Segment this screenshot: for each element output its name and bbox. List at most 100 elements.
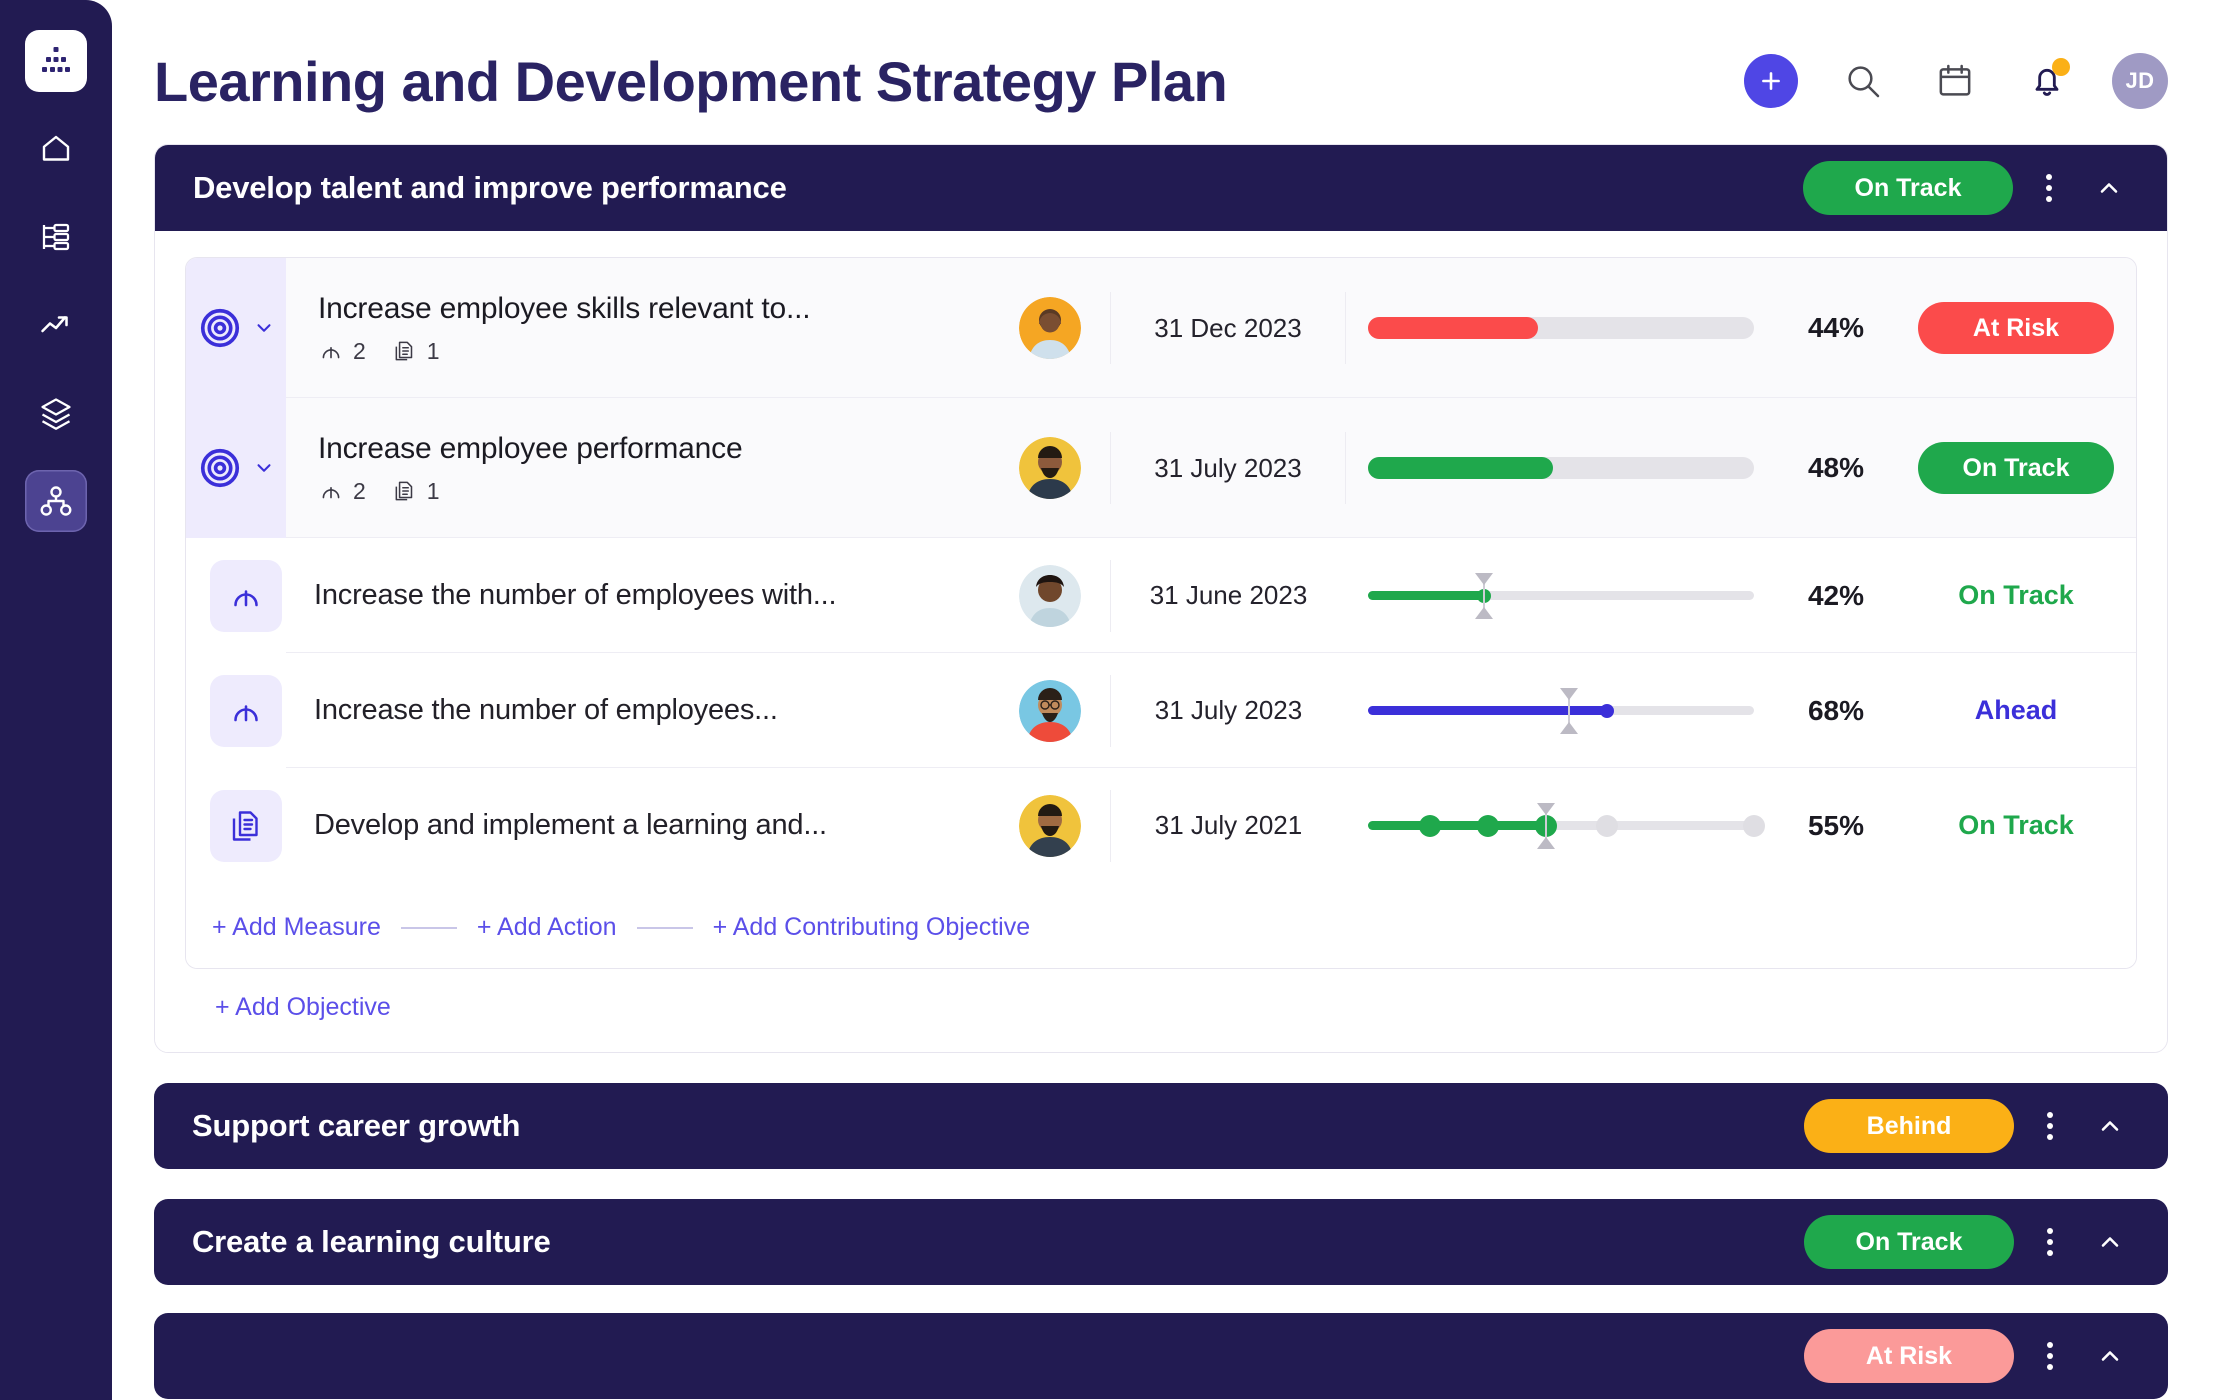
owner-avatar[interactable] — [990, 679, 1110, 742]
more-options-icon[interactable] — [2029, 174, 2069, 202]
chevron-up-icon[interactable] — [2085, 174, 2133, 202]
row-title: Increase the number of employees... — [314, 694, 778, 726]
row-date: 31 June 2023 — [1110, 559, 1346, 632]
objective-header: Develop talent and improve performance O… — [155, 145, 2167, 231]
collapsed-objective-partial[interactable]: At Risk — [154, 1313, 2168, 1399]
row-title: Increase employee skills relevant to... — [318, 291, 811, 325]
progress-percent: 55% — [1807, 809, 1865, 841]
org-chart-logo-icon[interactable] — [25, 30, 87, 92]
objective-title: Create a learning culture — [192, 1224, 551, 1259]
row-date: 31 July 2023 — [1110, 674, 1346, 747]
action-count: 1 — [392, 478, 440, 505]
main-content: Learning and Development Strategy Plan J… — [112, 0, 2230, 1400]
progress-bar[interactable] — [1346, 317, 1776, 339]
owner-avatar[interactable] — [990, 297, 1110, 359]
table-row[interactable]: Increase the number of employees with...… — [186, 538, 2136, 653]
avatar-image — [1019, 297, 1081, 359]
avatar[interactable]: JD — [2112, 53, 2168, 109]
sidebar-item-home[interactable] — [25, 118, 87, 180]
progress-slider[interactable] — [1346, 571, 1776, 621]
row-date: 31 July 2023 — [1110, 432, 1346, 504]
top-actions: JD — [1744, 53, 2168, 109]
table-row[interactable]: Increase employee performance 2 1 31 Jul… — [186, 398, 2136, 538]
add-button[interactable] — [1744, 54, 1798, 108]
avatar-image — [1019, 564, 1081, 627]
progress-percent: 68% — [1807, 694, 1865, 726]
sidebar-item-performance[interactable] — [25, 294, 87, 356]
collapsed-objective-create-a-learning-culture[interactable]: Create a learning culture On Track — [154, 1199, 2168, 1285]
row-meta: 2 1 — [318, 338, 990, 365]
calendar-button[interactable] — [1928, 54, 1982, 108]
chevron-up-icon[interactable] — [2086, 1342, 2134, 1370]
row-title: Increase employee performance — [318, 431, 743, 465]
chevron-up-icon[interactable] — [2086, 1112, 2134, 1140]
status-badge-at-risk[interactable]: At Risk — [1918, 302, 2114, 354]
table-row[interactable]: Increase the number of employees... 31 J… — [186, 653, 2136, 768]
table-row[interactable]: Develop and implement a learning and... — [186, 768, 2136, 883]
add-links-row: + Add Measure + Add Action + Add Contrib… — [186, 883, 2136, 968]
measure-gauge-icon[interactable] — [210, 674, 282, 747]
sidebar — [0, 0, 112, 1400]
row-date: 31 Dec 2023 — [1110, 292, 1346, 364]
status-badge[interactable]: On Track — [1804, 1215, 2014, 1269]
progress-percent: 48% — [1807, 452, 1865, 483]
target-icon[interactable] — [186, 258, 286, 398]
status-badge-on-track[interactable]: On Track — [1918, 442, 2114, 494]
page-title: Learning and Development Strategy Plan — [154, 49, 1228, 113]
action-document-icon[interactable] — [210, 789, 282, 862]
row-title: Increase the number of employees with... — [314, 579, 837, 611]
status-badge[interactable]: At Risk — [1804, 1329, 2014, 1383]
add-action-link[interactable]: + Add Action — [477, 913, 617, 942]
top-bar: Learning and Development Strategy Plan J… — [154, 0, 2168, 136]
row-date: 31 July 2021 — [1110, 789, 1346, 862]
chevron-up-icon[interactable] — [2086, 1228, 2134, 1256]
notifications-button[interactable] — [2020, 54, 2074, 108]
measure-count: 2 — [318, 338, 366, 365]
action-count: 1 — [392, 338, 440, 365]
status-badge[interactable]: On Track — [1803, 161, 2013, 215]
owner-avatar[interactable] — [990, 564, 1110, 627]
row-main: Develop and implement a learning and... — [282, 809, 990, 842]
milestone-track[interactable] — [1346, 801, 1776, 851]
add-contributing-objective-link[interactable]: + Add Contributing Objective — [713, 913, 1031, 942]
table-row[interactable]: Increase employee skills relevant to... … — [186, 258, 2136, 398]
more-options-icon[interactable] — [2030, 1228, 2070, 1256]
objective-body: Increase employee skills relevant to... … — [155, 231, 2167, 1052]
progress-percent: 42% — [1807, 579, 1865, 611]
row-status[interactable]: At Risk — [1896, 302, 2136, 354]
measure-gauge-icon[interactable] — [210, 559, 282, 632]
collapsed-objective-support-career-growth[interactable]: Support career growth Behind — [154, 1083, 2168, 1169]
progress-slider[interactable] — [1346, 686, 1776, 736]
add-measure-link[interactable]: + Add Measure — [212, 913, 381, 942]
progress-percent: 44% — [1807, 312, 1865, 343]
objective-title: Support career growth — [192, 1108, 521, 1143]
owner-avatar[interactable] — [990, 437, 1110, 499]
status-text: On Track — [1958, 580, 2074, 610]
sidebar-item-layers[interactable] — [25, 382, 87, 444]
row-status: On Track — [1896, 810, 2136, 841]
owner-avatar[interactable] — [990, 794, 1110, 857]
measure-count: 2 — [318, 478, 366, 505]
add-objective-link[interactable]: + Add Objective — [185, 969, 391, 1022]
search-button[interactable] — [1836, 54, 1890, 108]
row-meta: 2 1 — [318, 478, 990, 505]
status-text: Ahead — [1974, 695, 2058, 725]
target-icon[interactable] — [186, 398, 286, 538]
row-main: Increase employee performance 2 1 — [286, 432, 990, 505]
progress-bar[interactable] — [1346, 457, 1776, 479]
more-options-icon[interactable] — [2030, 1112, 2070, 1140]
sidebar-item-strategy-map[interactable] — [25, 470, 87, 532]
status-text: On Track — [1958, 810, 2074, 840]
avatar-image — [1019, 794, 1081, 857]
row-title: Develop and implement a learning and... — [314, 809, 827, 841]
objective-title: Develop talent and improve performance — [193, 170, 787, 205]
more-options-icon[interactable] — [2030, 1342, 2070, 1370]
sidebar-item-plans[interactable] — [25, 206, 87, 268]
row-status[interactable]: On Track — [1896, 442, 2136, 494]
row-main: Increase the number of employees with... — [282, 579, 990, 612]
rows-container: Increase employee skills relevant to... … — [185, 257, 2137, 969]
objective-card: Develop talent and improve performance O… — [154, 144, 2168, 1053]
status-badge[interactable]: Behind — [1804, 1099, 2014, 1153]
notification-dot — [2052, 58, 2070, 76]
divider — [636, 926, 693, 929]
